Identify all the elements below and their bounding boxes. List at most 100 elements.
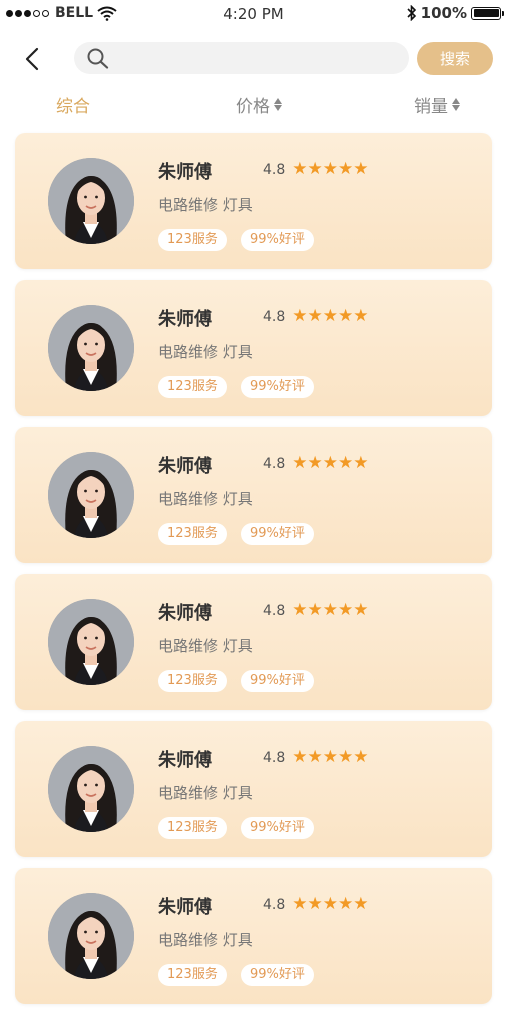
search-button[interactable]: 搜索 [417, 42, 493, 75]
star-icon: ★ [307, 600, 323, 620]
star-icon: ★ [322, 306, 339, 326]
tab-price[interactable]: 价格 [236, 92, 282, 117]
tab-label: 综合 [56, 97, 90, 117]
tab-comprehensive[interactable]: 综合 [56, 92, 90, 117]
person-portrait-icon [48, 452, 134, 538]
sort-arrows-icon [452, 98, 460, 111]
star-icon: ★ [322, 453, 339, 473]
service-count-badge: 123服务 [158, 670, 227, 692]
worker-skills: 电路维修 灯具 [158, 343, 253, 361]
star-rating: ★★★★★ [292, 896, 368, 913]
worker-name: 朱师傅 [158, 162, 212, 183]
worker-card[interactable]: 朱师傅 4.8 ★★★★★ 电路维修 灯具 123服务 99%好评 [15, 574, 492, 710]
praise-rate-badge: 99%好评 [241, 817, 314, 839]
praise-rate-badge: 99%好评 [241, 523, 314, 545]
worker-card[interactable]: 朱师傅 4.8 ★★★★★ 电路维修 灯具 123服务 99%好评 [15, 427, 492, 563]
star-rating: ★★★★★ [292, 455, 368, 472]
star-icon: ★ [292, 747, 308, 767]
worker-skills: 电路维修 灯具 [158, 784, 253, 802]
tab-label: 价格 [236, 97, 270, 117]
avatar [48, 893, 134, 979]
worker-name: 朱师傅 [158, 750, 212, 771]
star-icon: ★ [338, 894, 354, 914]
service-count-badge: 123服务 [158, 229, 227, 251]
worker-card[interactable]: 朱师傅 4.8 ★★★★★ 电路维修 灯具 123服务 99%好评 [15, 280, 492, 416]
battery-icon [471, 6, 504, 20]
star-icon: ★ [353, 306, 369, 326]
worker-skills: 电路维修 灯具 [158, 931, 253, 949]
star-icon: ★ [322, 894, 339, 914]
sort-tabs: 综合 价格 销量 [0, 92, 507, 118]
star-rating: ★★★★★ [292, 161, 368, 178]
worker-name: 朱师傅 [158, 603, 212, 624]
worker-skills: 电路维修 灯具 [158, 490, 253, 508]
star-icon: ★ [292, 306, 308, 326]
person-portrait-icon [48, 746, 134, 832]
star-icon: ★ [307, 894, 323, 914]
worker-skills: 电路维修 灯具 [158, 196, 253, 214]
star-icon: ★ [353, 600, 369, 620]
praise-rate-badge: 99%好评 [241, 964, 314, 986]
star-rating: ★★★★★ [292, 749, 368, 766]
worker-name: 朱师傅 [158, 897, 212, 918]
rating: 4.8 ★★★★★ [263, 161, 369, 178]
rating: 4.8 ★★★★★ [263, 896, 369, 913]
avatar [48, 158, 134, 244]
service-count-badge: 123服务 [158, 523, 227, 545]
service-count-badge: 123服务 [158, 817, 227, 839]
praise-rate-badge: 99%好评 [241, 670, 314, 692]
star-icon: ★ [307, 306, 323, 326]
rating-score: 4.8 [263, 749, 286, 766]
star-icon: ★ [353, 453, 369, 473]
back-button[interactable] [20, 45, 46, 73]
star-icon: ★ [307, 453, 323, 473]
rating-score: 4.8 [263, 455, 286, 472]
person-portrait-icon [48, 599, 134, 685]
rating: 4.8 ★★★★★ [263, 455, 369, 472]
worker-card[interactable]: 朱师傅 4.8 ★★★★★ 电路维修 灯具 123服务 99%好评 [15, 133, 492, 269]
star-icon: ★ [338, 747, 354, 767]
star-icon: ★ [338, 159, 354, 179]
avatar [48, 599, 134, 685]
star-rating: ★★★★★ [292, 308, 368, 325]
worker-name: 朱师傅 [158, 456, 212, 477]
avatar [48, 452, 134, 538]
worker-list: 朱师傅 4.8 ★★★★★ 电路维修 灯具 123服务 99%好评 朱师傅 4.… [15, 133, 492, 1015]
worker-card[interactable]: 朱师傅 4.8 ★★★★★ 电路维修 灯具 123服务 99%好评 [15, 868, 492, 1004]
rating: 4.8 ★★★★★ [263, 749, 369, 766]
worker-card[interactable]: 朱师傅 4.8 ★★★★★ 电路维修 灯具 123服务 99%好评 [15, 721, 492, 857]
service-count-badge: 123服务 [158, 376, 227, 398]
star-icon: ★ [338, 306, 354, 326]
sort-arrows-icon [274, 98, 282, 111]
status-right: 100% [407, 4, 504, 22]
rating-score: 4.8 [263, 896, 286, 913]
person-portrait-icon [48, 893, 134, 979]
rating-score: 4.8 [263, 308, 286, 325]
search-input[interactable] [118, 48, 402, 70]
person-portrait-icon [48, 305, 134, 391]
chevron-left-icon [25, 47, 39, 71]
rating-score: 4.8 [263, 161, 286, 178]
star-icon: ★ [292, 453, 308, 473]
star-icon: ★ [292, 600, 308, 620]
star-icon: ★ [338, 600, 354, 620]
praise-rate-badge: 99%好评 [241, 229, 314, 251]
star-icon: ★ [307, 159, 323, 179]
worker-skills: 电路维修 灯具 [158, 637, 253, 655]
star-icon: ★ [307, 747, 323, 767]
avatar [48, 746, 134, 832]
star-icon: ★ [353, 159, 369, 179]
status-bar: BELL 4:20 PM 100% [0, 0, 507, 28]
service-count-badge: 123服务 [158, 964, 227, 986]
praise-rate-badge: 99%好评 [241, 376, 314, 398]
tab-sales[interactable]: 销量 [414, 92, 460, 117]
star-icon: ★ [292, 159, 308, 179]
worker-name: 朱师傅 [158, 309, 212, 330]
search-bar [74, 42, 409, 74]
bluetooth-icon [407, 5, 416, 21]
star-icon: ★ [292, 894, 308, 914]
avatar [48, 305, 134, 391]
rating: 4.8 ★★★★★ [263, 602, 369, 619]
battery-percent: 100% [420, 4, 467, 22]
star-icon: ★ [322, 747, 339, 767]
